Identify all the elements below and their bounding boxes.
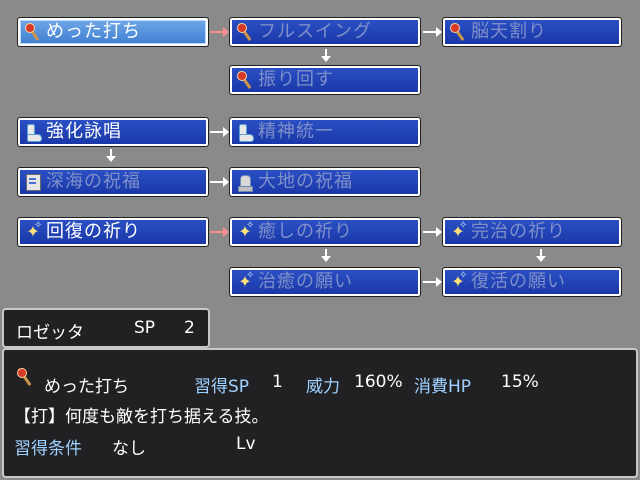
skill-node-fukkatsu-no-negai[interactable]: 復活の願い [442, 265, 622, 297]
staff-icon [447, 21, 469, 43]
skill-label: 強化詠唱 [46, 121, 122, 142]
sparkle-icon [447, 265, 469, 293]
sparkle-icon [447, 215, 469, 243]
tree-arrow-down [321, 49, 331, 62]
skill-detail-window: めった打ち 習得SP 1 威力 160% 消費HP 15% 【打】何度も敵を打ち… [2, 348, 638, 478]
staff-icon [22, 21, 44, 43]
skill-label: 回復の祈り [46, 221, 141, 242]
level-label: Lv [236, 434, 256, 454]
skill-node-full-swing[interactable]: フルスイング [229, 17, 421, 47]
character-status-window: ロゼッタ SP 2 [2, 308, 210, 348]
skill-node-metta-uchi[interactable]: めった打ち [17, 17, 209, 47]
tree-arrow-red [210, 27, 229, 37]
skill-label: 復活の願い [471, 271, 566, 292]
skill-label: 癒しの祈り [258, 221, 353, 242]
skill-node-kaifuku-no-inori[interactable]: 回復の祈り [17, 215, 209, 247]
character-name: ロゼッタ [16, 323, 84, 343]
sparkle-icon [234, 265, 256, 293]
sparkle-icon [234, 215, 256, 243]
staff-icon [234, 21, 256, 43]
tree-arrow [210, 127, 229, 137]
tree-arrow-down [321, 249, 331, 262]
skill-label: フルスイング [258, 21, 372, 42]
power-value: 160% [354, 372, 403, 392]
sparkle-icon [22, 215, 44, 243]
scroll-icon [22, 171, 44, 193]
sp-value: 2 [184, 318, 195, 338]
tree-arrow-down [536, 249, 546, 262]
skill-label: 振り回す [258, 69, 334, 90]
skill-label: 治癒の願い [258, 271, 353, 292]
tree-arrow [210, 177, 229, 187]
tree-arrow [423, 277, 442, 287]
power-label: 威力 [306, 377, 340, 397]
skill-node-daichi-no-shukufuku[interactable]: 大地の祝福 [229, 167, 421, 197]
skill-label: 大地の祝福 [258, 171, 353, 192]
glove-icon [234, 171, 256, 193]
boot-icon [22, 121, 44, 143]
tree-arrow [423, 27, 442, 37]
learn-sp-label: 習得SP [194, 377, 250, 397]
tree-arrow-down [106, 149, 116, 162]
tree-arrow [423, 227, 442, 237]
skill-label: 脳天割り [471, 21, 547, 42]
skill-detail-name: めった打ち [44, 377, 129, 397]
boot-icon [234, 121, 256, 143]
staff-icon [234, 69, 256, 91]
condition-label: 習得条件 [14, 439, 82, 459]
skill-label: 精神統一 [258, 121, 334, 142]
skill-node-kanji-no-inori[interactable]: 完治の祈り [442, 215, 622, 247]
skill-label: 深海の祝福 [46, 171, 141, 192]
skill-label: 完治の祈り [471, 221, 566, 242]
learn-sp-value: 1 [272, 372, 283, 392]
skill-node-kyouka-eishou[interactable]: 強化詠唱 [17, 117, 209, 147]
hp-cost-value: 15% [501, 372, 539, 392]
staff-icon [14, 366, 36, 388]
sp-label: SP [134, 318, 156, 338]
skill-node-nouten-wari[interactable]: 脳天割り [442, 17, 622, 47]
skill-description: 【打】何度も敵を打ち据える技。 [14, 407, 269, 427]
skill-node-iyashi-no-inori[interactable]: 癒しの祈り [229, 215, 421, 247]
skill-label: めった打ち [46, 21, 141, 42]
skill-node-shinkai-no-shukufuku[interactable]: 深海の祝福 [17, 167, 209, 197]
skill-node-seishin-touitsu[interactable]: 精神統一 [229, 117, 421, 147]
skill-node-furimawasu[interactable]: 振り回す [229, 65, 421, 95]
condition-value: なし [112, 439, 146, 459]
tree-arrow-red [210, 227, 229, 237]
hp-cost-label: 消費HP [414, 377, 472, 397]
skill-node-chiyu-no-negai[interactable]: 治癒の願い [229, 265, 421, 297]
